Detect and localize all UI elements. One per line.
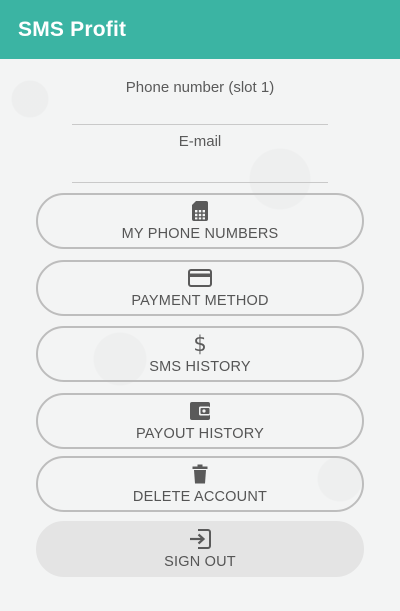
sign-out-button[interactable]: SIGN OUT (36, 521, 364, 577)
sign-out-label: SIGN OUT (164, 554, 236, 570)
settings-content: Phone number (slot 1) E-mail MY PHONE NU… (0, 59, 400, 611)
email-input[interactable] (72, 159, 328, 183)
payout-history-label: PAYOUT HISTORY (136, 426, 264, 442)
app-title: SMS Profit (18, 17, 127, 41)
my-phone-numbers-label: MY PHONE NUMBERS (121, 226, 279, 242)
payout-history-button[interactable]: PAYOUT HISTORY (36, 393, 364, 449)
credit-card-icon (188, 267, 212, 289)
svg-text:$: $ (193, 333, 206, 355)
exit-icon (189, 528, 211, 550)
trash-icon (192, 463, 208, 485)
phone-field: Phone number (slot 1) (72, 79, 328, 125)
payment-method-label: PAYMENT METHOD (131, 293, 269, 309)
delete-account-button[interactable]: DELETE ACCOUNT (36, 456, 364, 512)
payment-method-button[interactable]: PAYMENT METHOD (36, 260, 364, 316)
my-phone-numbers-button[interactable]: MY PHONE NUMBERS (36, 193, 364, 249)
email-field: E-mail (72, 133, 328, 193)
phone-label: Phone number (slot 1) (125, 79, 275, 96)
phone-input[interactable] (72, 97, 328, 125)
dollar-icon: $ (193, 333, 207, 355)
delete-account-label: DELETE ACCOUNT (132, 489, 268, 505)
app-bar: SMS Profit (0, 0, 400, 59)
email-label: E-mail (178, 133, 222, 150)
sms-history-button[interactable]: $ SMS HISTORY (36, 326, 364, 382)
wallet-icon (189, 400, 211, 422)
sim-card-icon (192, 200, 208, 222)
sms-history-label: SMS HISTORY (149, 359, 251, 375)
